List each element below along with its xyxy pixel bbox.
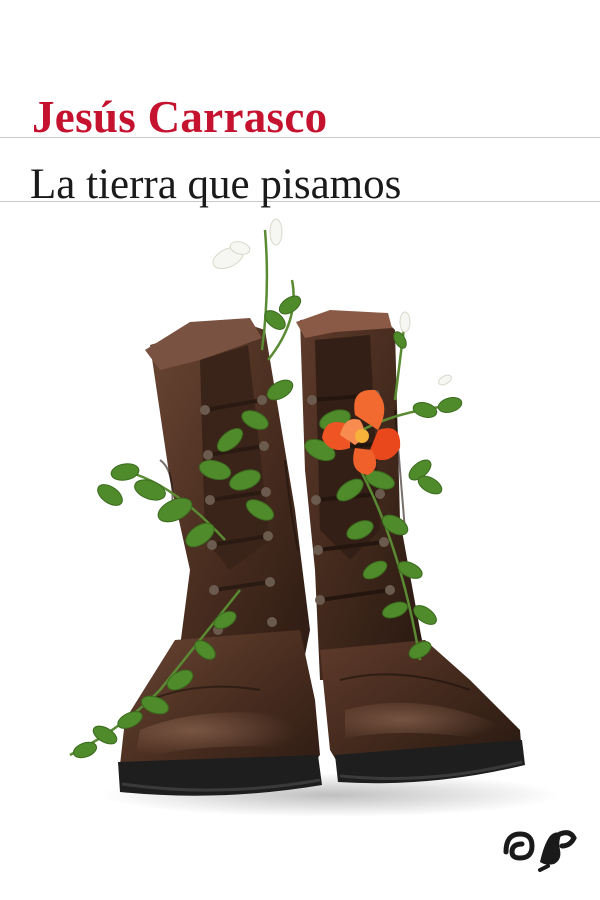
book-title: La tierra que pisamos <box>30 161 402 208</box>
boots-illustration <box>69 218 560 817</box>
right-boot <box>296 310 525 784</box>
book-cover: Jesús Carrasco La tierra que pisamos <box>0 0 600 900</box>
epublibre-logo <box>503 830 577 872</box>
author-name: Jesús Carrasco <box>32 92 328 142</box>
